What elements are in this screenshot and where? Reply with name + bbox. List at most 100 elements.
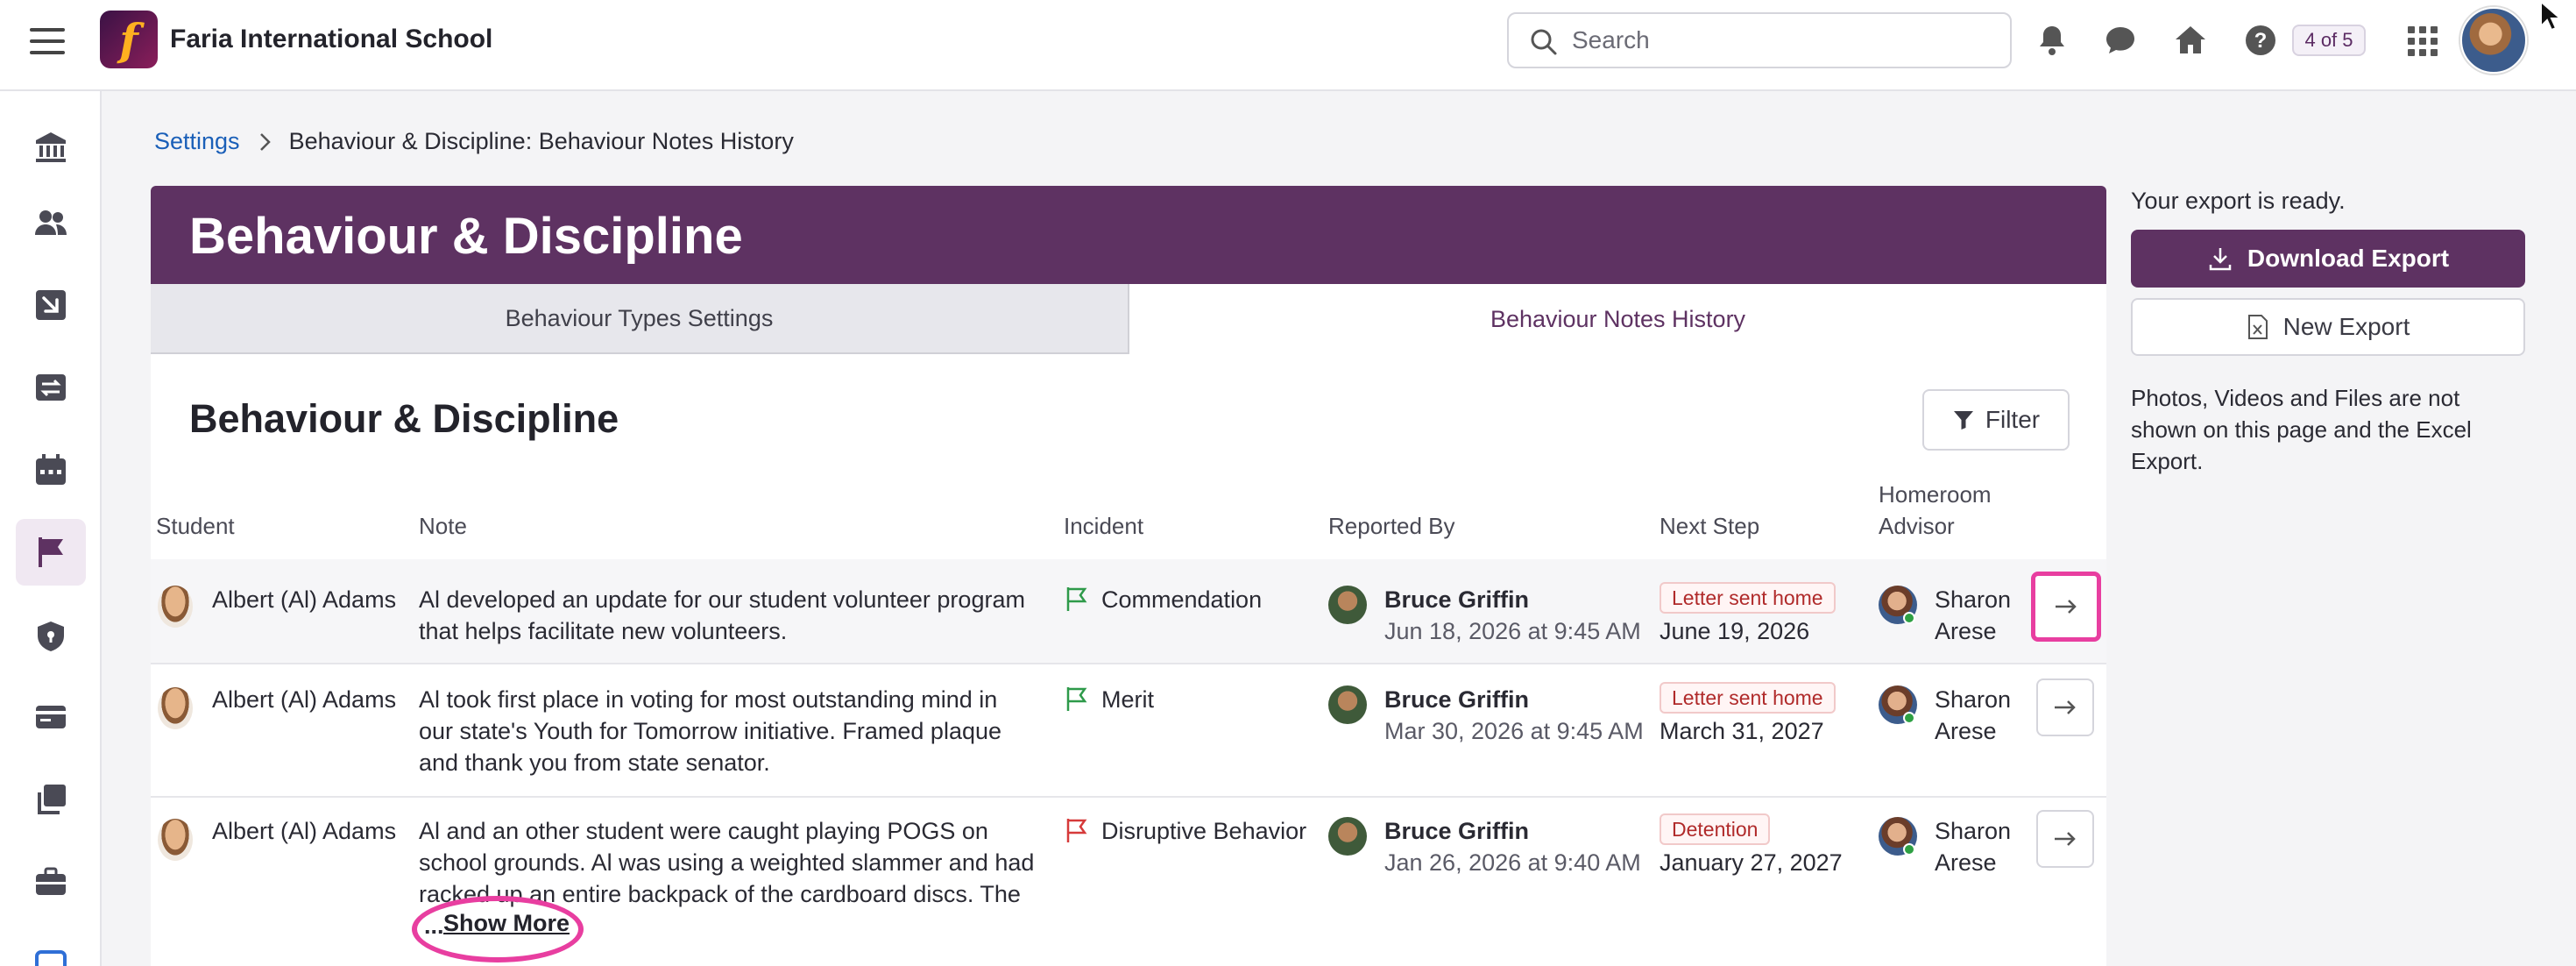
incident-type: Commendation [1101,586,1263,613]
column-header-incident: Incident [1064,513,1144,539]
download-export-button[interactable]: Download Export [2131,230,2525,288]
sidebar-item-cards[interactable] [16,684,86,750]
help-icon[interactable]: ? [2243,23,2278,58]
next-step-badge: Letter sent home [1660,582,1836,614]
sidebar-item-copy[interactable] [16,766,86,833]
tab-behaviour-types-settings[interactable]: Behaviour Types Settings [151,284,1128,354]
user-avatar[interactable] [2460,7,2527,74]
sidebar-item-people[interactable] [16,189,86,256]
arrow-right-icon [2055,832,2076,846]
arrow-down-right-icon [36,290,66,320]
section-title: Behaviour & Discipline [189,396,619,441]
open-note-button[interactable] [2036,678,2094,736]
reporter-avatar [1328,817,1367,856]
breadcrumb-current: Behaviour & Discipline: Behaviour Notes … [288,128,794,154]
student-avatar [158,687,193,729]
online-status-dot [1903,712,1915,724]
note-line: Al developed an update for our student v… [419,586,1025,613]
reporter-avatar [1328,586,1367,624]
note-line: school grounds. Al was using a weighted … [419,849,1035,876]
table-row[interactable]: Albert (Al) Adams Al and an other studen… [151,798,2106,966]
school-name[interactable]: Faria International School [170,25,492,54]
chat-icon[interactable] [2103,23,2138,58]
filter-icon [1953,411,1973,430]
sidebar-item-transfer[interactable] [16,354,86,421]
export-ready-text: Your export is ready. [2131,188,2346,214]
student-name[interactable]: Albert (Al) Adams [212,584,396,615]
breadcrumb: Settings Behaviour & Discipline: Behavio… [154,128,794,155]
bank-icon [36,132,66,162]
incident-type: Disruptive Behavior [1101,818,1307,844]
note-line: Al took first place in voting for most o… [419,686,998,713]
people-icon [35,210,67,235]
new-export-button[interactable]: New Export [2131,298,2525,356]
student-avatar [158,819,193,861]
note-line: our state's Youth for Tomorrow initiativ… [419,718,1002,744]
column-header-note: Note [419,513,467,539]
sidebar-item-security[interactable] [16,603,86,670]
reporter-avatar [1328,685,1367,724]
red-flag-icon [1066,819,1087,842]
window-icon [35,950,67,966]
show-more-link[interactable]: Show More [443,910,570,937]
note-line: and thank you from state senator. [419,749,770,776]
incident-type: Merit [1101,686,1154,713]
column-header-advisor-line2: Advisor [1879,513,1955,539]
shield-icon [38,622,64,651]
page-banner: Behaviour & Discipline [151,186,2106,284]
online-status-dot [1903,612,1915,624]
next-step-date: June 19, 2026 [1660,618,1810,644]
column-header-advisor-line1: Homeroom [1879,481,1992,508]
open-note-button[interactable] [2031,572,2101,642]
sidebar-item-more[interactable] [16,931,86,966]
sidebar-item-calendar[interactable] [16,437,86,503]
sidebar-item-briefcase[interactable] [16,849,86,915]
arrow-right-icon [2056,600,2077,614]
search-input[interactable] [1572,23,1992,58]
school-logo[interactable]: f [100,11,158,68]
student-name[interactable]: Albert (Al) Adams [212,684,396,715]
calendar-icon [36,454,66,485]
download-export-label: Download Export [2247,245,2450,272]
transfer-icon [36,374,66,401]
mouse-cursor-icon [2540,0,2563,32]
green-flag-icon [1066,587,1087,611]
home-icon[interactable] [2173,23,2208,58]
sidebar [0,91,102,966]
table-row[interactable]: Albert (Al) Adams Al developed an update… [151,559,2106,663]
next-step-date: January 27, 2027 [1660,849,1843,876]
search-box[interactable] [1507,12,2012,68]
top-bar: f Faria International School ? 4 of 5 [0,0,2576,91]
arrow-right-icon [2055,700,2076,714]
hamburger-menu-icon[interactable] [30,28,65,54]
table-row[interactable]: Albert (Al) Adams Al took first place in… [151,664,2106,796]
reporter-name: Bruce Griffin [1384,818,1530,844]
bell-icon[interactable] [2035,23,2070,58]
page-title: Behaviour & Discipline [189,208,743,265]
id-card-icon [36,706,66,728]
column-header-next-step: Next Step [1660,513,1760,539]
notes-card: Behaviour & Discipline Filter Student No… [151,354,2106,966]
breadcrumb-settings-link[interactable]: Settings [154,128,240,155]
download-icon [2209,248,2232,271]
briefcase-icon [36,867,66,895]
next-step-date: March 31, 2027 [1660,718,1824,744]
export-note: Photos, Videos and Files are not shown o… [2131,385,2472,474]
sidebar-item-behaviour[interactable] [16,519,86,586]
reporter-name: Bruce Griffin [1384,586,1530,613]
page-count-badge[interactable]: 4 of 5 [2292,25,2366,56]
advisor-first-name: Sharon [1935,586,2012,613]
open-note-button[interactable] [2036,810,2094,868]
apps-grid-icon[interactable] [2408,26,2438,56]
student-name[interactable]: Albert (Al) Adams [212,815,396,847]
sidebar-item-bank[interactable] [16,114,86,181]
advisor-last-name: Arese [1935,618,1997,644]
search-icon [1531,29,1557,55]
tab-behaviour-notes-history[interactable]: Behaviour Notes History [1128,284,2106,354]
chevron-right-icon [259,132,271,151]
copy-icon [38,785,66,814]
reported-date: Jan 26, 2026 at 9:40 AM [1384,849,1641,876]
sidebar-item-import[interactable] [16,272,86,338]
filter-button[interactable]: Filter [1922,389,2070,451]
next-step-badge: Detention [1660,813,1771,845]
